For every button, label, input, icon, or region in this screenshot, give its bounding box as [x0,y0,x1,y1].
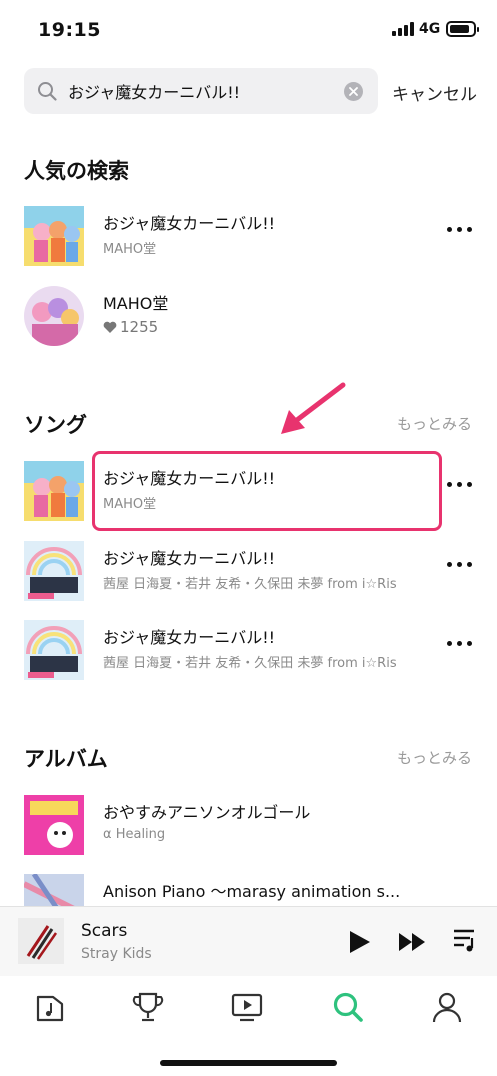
play-button[interactable] [346,929,372,955]
status-time: 19:15 [38,19,101,41]
popular-title: 人気の検索 [24,159,129,183]
album-title: おやすみアニソンオルゴール [103,803,311,822]
signal-icon [392,22,414,36]
search-input[interactable] [68,77,333,105]
songs-title: ソング [24,413,87,437]
albums-more-link[interactable]: もっとみる [397,747,472,768]
search-icon[interactable] [331,990,365,1024]
queue-icon[interactable] [452,927,480,953]
list-item[interactable]: おジャ魔女カーニバル!! MAHO堂 [0,200,497,270]
highlight-box [92,451,442,531]
albums-title: アルバム [24,747,108,771]
more-options-icon[interactable] [447,634,473,652]
now-playing-art [18,918,64,964]
next-button[interactable] [398,931,428,953]
video-icon[interactable] [230,990,264,1024]
artist-avatar [24,286,84,346]
search-bar[interactable] [24,68,378,114]
album-art [24,206,84,266]
album-title: Anison Piano 〜marasy animation s... [103,882,401,901]
clear-icon[interactable] [344,82,363,101]
album-art [24,461,84,521]
album-art [24,620,84,680]
network-type: 4G [419,21,441,37]
album-row[interactable]: Anison Piano 〜marasy animation s... [0,868,497,906]
likes-count: 1255 [103,318,158,336]
more-options-icon[interactable] [447,555,473,573]
mini-player[interactable]: Scars Stray Kids [0,906,497,976]
search-icon [38,82,57,101]
item-title: おジャ魔女カーニバル!! [103,214,276,233]
now-playing-title: Scars [81,921,128,941]
song-artist: 茜屋 日海夏・若井 友希・久保田 未夢 from i☆Ris [103,577,397,592]
battery-icon [446,21,479,37]
person-icon[interactable] [430,990,464,1024]
item-subtitle: MAHO堂 [103,242,157,257]
song-artist: 茜屋 日海夏・若井 友希・久保田 未夢 from i☆Ris [103,656,397,671]
cancel-button[interactable]: キャンセル [392,80,477,105]
song-row[interactable]: おジャ魔女カーニバル!! 茜屋 日海夏・若井 友希・久保田 未夢 from i☆… [0,535,497,605]
heart-icon [103,321,117,333]
album-art [24,795,84,855]
song-title: おジャ魔女カーニバル!! [103,628,276,647]
song-title: おジャ魔女カーニバル!! [103,549,276,568]
list-item[interactable]: MAHO堂 1255 [0,280,497,350]
album-artist: α Healing [103,827,166,842]
annotation-arrow-icon [281,382,346,434]
music-note-icon[interactable] [33,990,67,1024]
home-indicator [160,1060,337,1066]
more-options-icon[interactable] [447,475,473,493]
album-art [24,541,84,601]
artist-name: MAHO堂 [103,294,169,313]
status-bar: 19:15 4G [0,0,497,60]
likes-value: 1255 [120,318,159,336]
album-art [24,874,84,906]
trophy-icon[interactable] [131,990,165,1024]
now-playing-artist: Stray Kids [81,946,152,962]
album-row[interactable]: おやすみアニソンオルゴール α Healing [0,789,497,859]
more-options-icon[interactable] [447,220,473,238]
songs-more-link[interactable]: もっとみる [397,413,472,434]
song-row[interactable]: おジャ魔女カーニバル!! 茜屋 日海夏・若井 友希・久保田 未夢 from i☆… [0,614,497,684]
